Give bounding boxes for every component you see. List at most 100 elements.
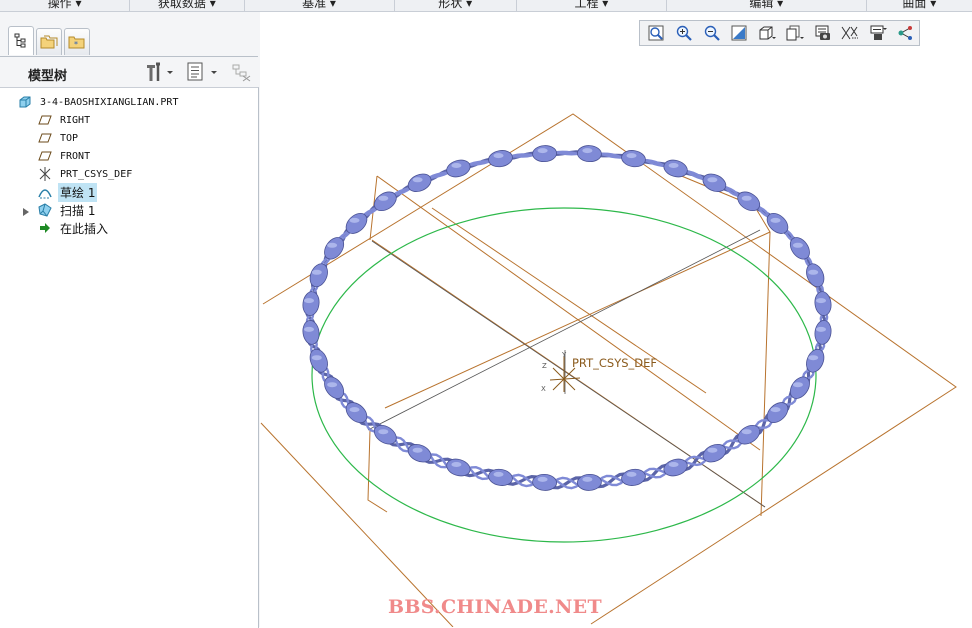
- bead-highlight: [816, 326, 826, 332]
- tree-item-csys[interactable]: PRT_CSYS_DEF: [37, 165, 134, 183]
- saved-views-icon: [786, 25, 804, 41]
- bracelet-model[interactable]: [301, 145, 832, 491]
- expand-arrow-icon[interactable]: [22, 207, 30, 217]
- bracelet-bead: [532, 145, 557, 163]
- bracelet-bead: [407, 173, 432, 193]
- bead-highlight: [349, 217, 360, 223]
- view-manager-button[interactable]: [809, 21, 836, 45]
- bead-highlight: [582, 476, 593, 482]
- zoom-in-icon: [676, 25, 692, 41]
- graphics-window[interactable]: Z Y X: [260, 12, 972, 627]
- ribbon-group-edit[interactable]: 编辑 ▾: [667, 0, 867, 11]
- tools-icon: [147, 62, 173, 81]
- bead-highlight: [451, 163, 462, 168]
- tree-item-top[interactable]: TOP: [37, 129, 80, 147]
- filter-button[interactable]: [230, 61, 254, 83]
- spin-center-button[interactable]: [892, 21, 919, 45]
- repaint-button[interactable]: [726, 21, 753, 45]
- bracelet-bead: [577, 145, 602, 163]
- bracelet-bead: [324, 376, 345, 399]
- annotation-display-button[interactable]: [865, 21, 892, 45]
- ribbon-group-label: 获取数据 ▾: [157, 0, 216, 10]
- refit-button[interactable]: [643, 21, 670, 45]
- bead-highlight: [582, 148, 593, 154]
- repaint-icon: [731, 25, 747, 41]
- bracelet-bead: [532, 473, 557, 491]
- tree-filter-icon: [232, 64, 251, 82]
- bead-highlight: [626, 471, 637, 477]
- settings-dropdown-button[interactable]: [144, 61, 174, 83]
- tree-item-part[interactable]: 3-4-BAOSHIXIANGLIAN.PRT: [17, 93, 180, 111]
- datum-plane-icon: [37, 112, 53, 128]
- tree-item-sketch[interactable]: 草绘 1: [37, 182, 98, 202]
- tree-item-label: TOP: [60, 132, 79, 144]
- model-tree-tab[interactable]: [8, 26, 34, 55]
- datum-display-icon: [841, 26, 859, 40]
- tree-item-sweep[interactable]: 扫描 1: [37, 201, 97, 219]
- zoom-out-button[interactable]: [698, 21, 725, 45]
- model-tree: 3-4-BAOSHIXIANGLIAN.PRT RIGHT TOP FRONT …: [0, 87, 259, 628]
- ribbon-group-shapes[interactable]: 形状 ▾: [395, 0, 517, 11]
- tree-item-right[interactable]: RIGHT: [37, 111, 92, 129]
- bead-highlight: [412, 447, 423, 453]
- ribbon-group-operations[interactable]: 操作 ▾: [0, 0, 131, 11]
- sketch-icon: [37, 184, 53, 200]
- bracelet-bead: [309, 263, 328, 288]
- bead-highlight: [537, 148, 548, 154]
- tree-item-front[interactable]: FRONT: [37, 147, 92, 165]
- ribbon-group-label: 形状 ▾: [438, 0, 473, 10]
- datum-plane-icon: [37, 148, 53, 164]
- bead-highlight: [668, 163, 679, 168]
- display-style-icon: [759, 26, 777, 40]
- bracelet-bead: [663, 159, 688, 178]
- ribbon-group-bar: 操作 ▾ 获取数据 ▾ 基准 ▾ 形状 ▾ 工程 ▾ 编辑 ▾ 曲面 ▾: [0, 0, 972, 12]
- zoom-in-button[interactable]: [671, 21, 698, 45]
- bracelet-bead: [806, 263, 825, 288]
- datum-planes: [260, 113, 957, 627]
- ribbon-group-datum[interactable]: 基准 ▾: [245, 0, 395, 11]
- bead-highlight: [304, 298, 314, 304]
- bead-highlight: [327, 382, 338, 388]
- datum-plane-front[interactable]: [369, 175, 761, 451]
- favorites-tab[interactable]: *: [64, 28, 90, 55]
- bead-highlight: [770, 217, 781, 223]
- bracelet-bead: [814, 291, 832, 316]
- bead-highlight: [537, 476, 548, 482]
- bead-highlight: [770, 407, 781, 413]
- tree-item-label: RIGHT: [60, 114, 91, 126]
- display-style-button[interactable]: [754, 21, 781, 45]
- ribbon-group-engineering[interactable]: 工程 ▾: [517, 0, 667, 11]
- bead-highlight: [327, 242, 338, 248]
- bracelet-bead: [621, 150, 646, 168]
- bead-highlight: [741, 429, 752, 435]
- csys-icon: [37, 166, 53, 182]
- datum-plane-icon: [37, 130, 53, 146]
- bead-highlight: [311, 355, 322, 361]
- bead-highlight: [626, 153, 637, 159]
- refit-icon: [648, 25, 664, 41]
- tree-icon: [14, 33, 26, 48]
- show-dropdown-button[interactable]: [186, 61, 220, 83]
- svg-text:X: X: [541, 385, 546, 393]
- tree-item-insert-here[interactable]: 在此插入: [37, 219, 110, 237]
- bracelet-bead: [621, 468, 646, 486]
- saved-views-button[interactable]: [782, 21, 809, 45]
- bead-highlight: [378, 429, 389, 435]
- watermark-text: BBS.CHINADE.NET: [388, 596, 602, 618]
- bead-highlight: [493, 153, 504, 159]
- bead-highlight: [451, 462, 462, 467]
- ribbon-group-surfaces[interactable]: 曲面 ▾: [867, 0, 972, 11]
- folder-browser-tab[interactable]: [36, 28, 62, 55]
- part-icon: [17, 94, 33, 110]
- tree-item-label: FRONT: [60, 150, 91, 162]
- bead-highlight: [792, 242, 803, 248]
- spin-center-icon: [898, 26, 912, 40]
- bracelet-bead: [446, 159, 471, 178]
- zoom-out-icon: [704, 25, 720, 41]
- svg-text:*: *: [74, 40, 78, 49]
- tree-item-label: PRT_CSYS_DEF: [60, 168, 133, 180]
- ribbon-group-get-data[interactable]: 获取数据 ▾: [130, 0, 245, 11]
- datum-display-button[interactable]: [837, 21, 864, 45]
- bead-highlight: [304, 326, 314, 332]
- svg-text:Y: Y: [561, 351, 567, 359]
